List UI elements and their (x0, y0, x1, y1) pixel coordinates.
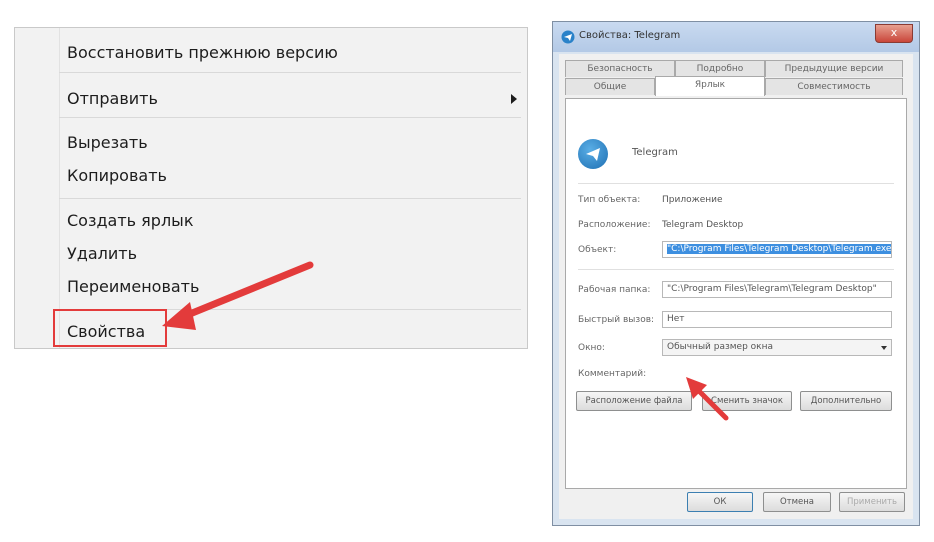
annotation-arrows (162, 261, 729, 421)
arrow-to-open-location (686, 377, 729, 421)
tab-shortcut[interactable]: Ярлык (655, 76, 765, 96)
arrow-to-properties (162, 261, 314, 330)
